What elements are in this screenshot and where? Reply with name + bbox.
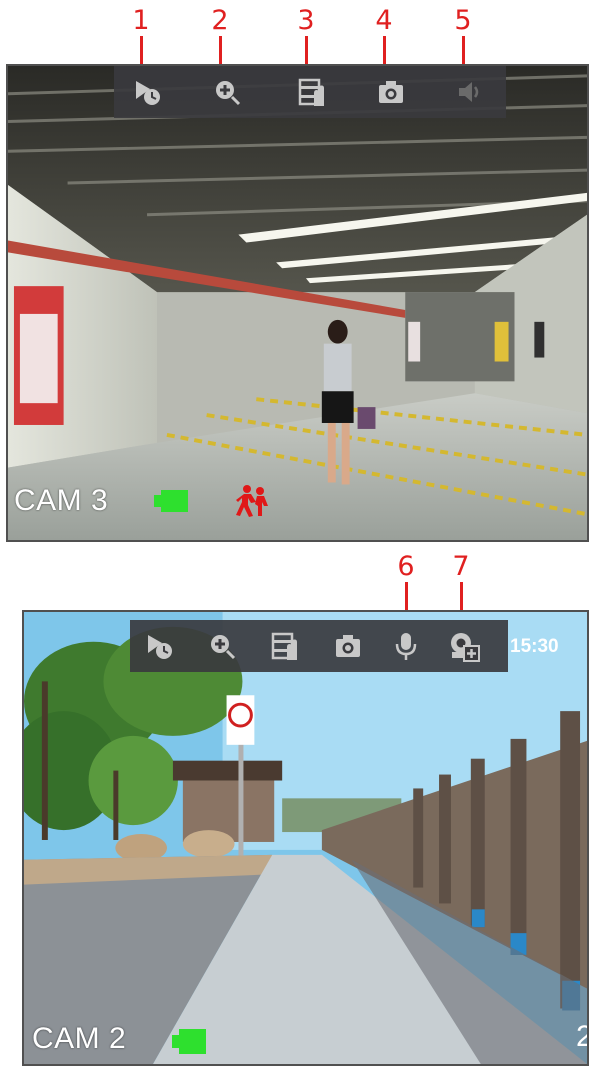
camera-name-label: CAM 3 <box>14 484 109 517</box>
snapshot-button[interactable] <box>371 72 411 112</box>
audio-button[interactable] <box>450 72 490 112</box>
digital-zoom-button[interactable] <box>207 72 247 112</box>
switch-ip-camera-button[interactable] <box>444 626 484 666</box>
motion-detection-icon <box>236 485 268 517</box>
subway-corridor-scene <box>8 66 587 540</box>
quick-toolbar <box>114 66 506 118</box>
real-time-backup-button[interactable] <box>266 626 306 666</box>
camera-view-cam3[interactable]: CAM 3 <box>6 64 589 542</box>
recording-icon <box>172 1029 206 1054</box>
callout-2: 2 <box>211 5 229 36</box>
callout-4: 4 <box>375 5 393 36</box>
callout-1: 1 <box>132 5 150 36</box>
real-time-backup-icon <box>298 78 324 106</box>
recording-icon <box>154 490 188 512</box>
instant-playback-icon <box>136 81 160 105</box>
callout-3: 3 <box>297 5 315 36</box>
snapshot-icon <box>379 81 403 103</box>
real-time-backup-icon <box>271 632 297 660</box>
callout-6: 6 <box>397 551 415 582</box>
instant-playback-button[interactable] <box>128 72 168 112</box>
two-way-talk-icon <box>395 633 417 660</box>
real-time-backup-button[interactable] <box>293 72 333 112</box>
snapshot-icon <box>336 635 360 657</box>
time-overlay: 15:30 <box>510 636 559 657</box>
instant-playback-icon <box>148 635 172 659</box>
camera-view-cam2[interactable]: 15:30 CAM 2 2 <box>22 610 589 1066</box>
waterfront-walkway-scene <box>24 612 587 1064</box>
digital-zoom-icon <box>211 635 236 660</box>
digital-zoom-button[interactable] <box>202 626 242 666</box>
camera-name-label: CAM 2 <box>32 1022 127 1055</box>
instant-playback-button[interactable] <box>140 626 180 666</box>
callout-5: 5 <box>454 5 472 36</box>
switch-to-ip-camera-icon <box>451 633 480 662</box>
quick-toolbar <box>130 620 508 672</box>
digital-zoom-icon <box>216 81 241 106</box>
audio-mute-icon <box>459 82 479 102</box>
edge-text-fragment: 2 <box>576 1020 587 1054</box>
snapshot-button[interactable] <box>328 626 368 666</box>
two-way-talk-button[interactable] <box>386 626 426 666</box>
callout-7: 7 <box>452 551 470 582</box>
